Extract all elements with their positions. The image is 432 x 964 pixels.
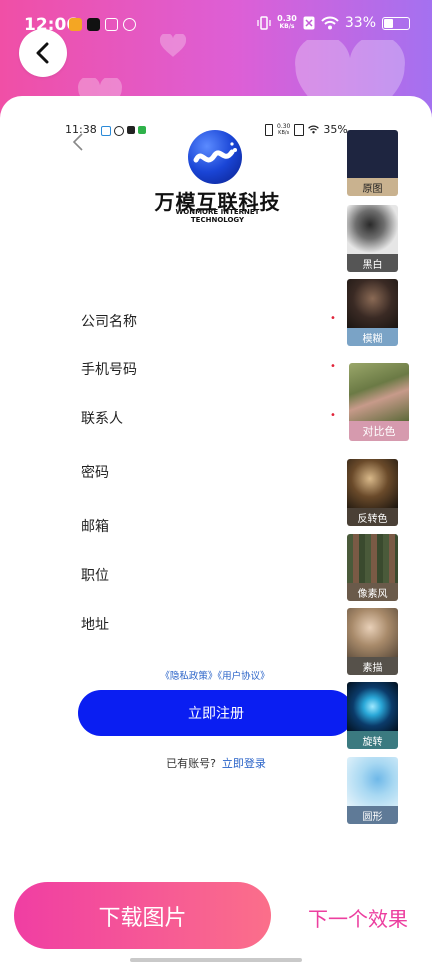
company-logo: 万模互联科技 WONMORE INTERNET TECHNOLOGY <box>150 128 285 224</box>
effect-thumbnail <box>349 363 409 421</box>
link-app-icon <box>123 18 136 31</box>
screenshot-app-icons <box>101 126 146 136</box>
effect-label: 圆形 <box>347 806 398 824</box>
home-indicator[interactable] <box>130 958 302 962</box>
field-company-name[interactable]: 公司名称 <box>81 311 137 331</box>
screenshot-app-icon-1 <box>101 126 111 136</box>
screenshot-back-chevron-icon <box>72 133 83 151</box>
status-right: 0.30 KB/s 33% <box>257 15 410 31</box>
effect-invert[interactable]: 反转色 <box>347 459 398 526</box>
weibo-app-icon <box>69 18 82 31</box>
have-account-text: 已有账号? <box>166 757 216 770</box>
required-mark: • <box>330 410 336 421</box>
effect-thumbnail <box>347 130 398 178</box>
next-effect-button[interactable]: 下一个效果 <box>308 903 408 932</box>
screenshot-app-icon-4 <box>138 126 146 134</box>
effect-thumbnail <box>347 682 398 731</box>
required-mark: • <box>330 313 336 324</box>
screenshot-wifi-icon <box>308 125 320 134</box>
tiktok-app-icon <box>87 18 100 31</box>
effect-thumbnail <box>347 757 398 806</box>
effect-grayscale[interactable]: 黑白 <box>347 205 398 272</box>
chevron-left-icon <box>36 42 49 64</box>
screenshot-sim-icon <box>294 123 305 136</box>
login-link[interactable]: 立即登录 <box>222 757 266 770</box>
battery-percent: 33% <box>344 15 376 31</box>
effect-label: 对比色 <box>349 421 409 441</box>
effect-thumbnail <box>347 279 398 328</box>
net-speed: 0.30 KB/s <box>277 15 297 31</box>
logo-name-en: WONMORE INTERNET TECHNOLOGY <box>175 208 260 224</box>
field-password[interactable]: 密码 <box>81 462 109 482</box>
sim-blocked-icon <box>303 16 315 30</box>
battery-level <box>384 18 393 28</box>
effect-label: 素描 <box>347 657 398 675</box>
effect-thumbnail <box>347 205 398 254</box>
effect-label: 黑白 <box>347 254 398 272</box>
effect-label: 反转色 <box>347 508 398 526</box>
effect-circle[interactable]: 圆形 <box>347 757 398 824</box>
effect-label: 像素风 <box>347 583 398 601</box>
effect-label: 旋转 <box>347 731 398 749</box>
effect-label: 模糊 <box>347 328 398 346</box>
effect-contrast[interactable]: 对比色 <box>349 363 409 441</box>
logo-wave-icon <box>193 142 237 163</box>
effect-thumbnail <box>347 534 398 583</box>
field-email[interactable]: 邮箱 <box>81 516 109 536</box>
net-speed-value: 0.30 <box>277 14 297 23</box>
required-mark: • <box>330 361 336 372</box>
effect-thumbnail <box>347 459 398 508</box>
effect-label: 原图 <box>347 178 398 196</box>
back-button[interactable] <box>19 29 67 77</box>
screenshot-battery-percent: 35% <box>323 123 348 136</box>
logo-globe-icon <box>188 130 242 184</box>
effect-thumbnail <box>347 608 398 657</box>
battery-icon <box>382 16 410 30</box>
register-button[interactable]: 立即注册 <box>78 690 354 736</box>
policy-links[interactable]: 《隐私政策》《用户协议》 <box>80 668 350 682</box>
effect-pixel[interactable]: 像素风 <box>347 534 398 601</box>
effect-original[interactable]: 原图 <box>347 130 398 196</box>
field-phone[interactable]: 手机号码 <box>81 359 137 379</box>
vibrate-icon <box>257 16 271 30</box>
field-position[interactable]: 职位 <box>81 565 109 585</box>
wifi-icon <box>321 16 339 30</box>
field-address[interactable]: 地址 <box>81 614 109 634</box>
effect-rotate[interactable]: 旋转 <box>347 682 398 749</box>
effect-blur[interactable]: 模糊 <box>347 279 398 346</box>
download-image-button[interactable]: 下载图片 <box>14 882 271 949</box>
screenshot-app-icon-2 <box>114 126 124 136</box>
field-contact[interactable]: 联系人 <box>81 408 123 428</box>
app-notification-icon <box>105 18 118 31</box>
screenshot-app-icon-3 <box>127 126 135 134</box>
net-speed-unit: KB/s <box>279 23 295 30</box>
effect-sketch[interactable]: 素描 <box>347 608 398 675</box>
